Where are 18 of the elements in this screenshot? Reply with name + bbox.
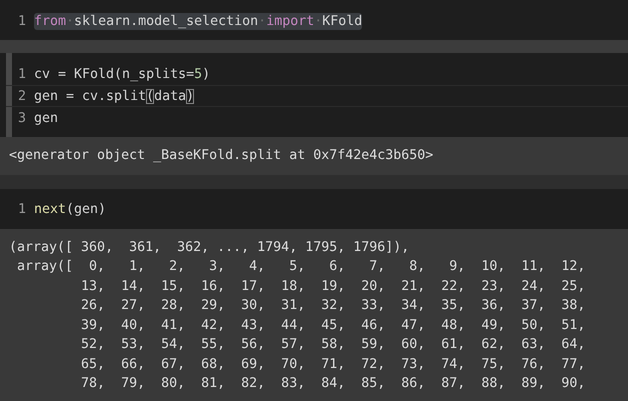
- output-line: 13, 14, 15, 16, 17, 18, 19, 20, 21, 22, 23, 24, 25,: [80, 278, 586, 296]
- output-line: <generator object _BaseKFold.split at 0x7f42e4c3b650>: [9, 147, 434, 165]
- output-line: array([ 0, 1, 2, 3, 4, 5, 6, 7, 8, 9, 10, 11, 12,: [16, 258, 586, 276]
- code-line: next(gen): [34, 201, 106, 218]
- output-line: 26, 27, 28, 29, 30, 31, 32, 33, 34, 35, 36, 37, 38,: [80, 297, 586, 315]
- line-number: 2: [16, 88, 27, 104]
- code-line: gen: [34, 110, 58, 126]
- line-number: 1: [16, 202, 27, 217]
- line-number: 3: [16, 110, 27, 126]
- code-line: gen = cv.split(data): [34, 88, 194, 104]
- output-line: (array([ 360, 361, 362, ..., 1794, 1795, 1796]),: [9, 238, 410, 256]
- output-line: 39, 40, 41, 42, 43, 44, 45, 46, 47, 48, 49, 50, 51,: [80, 316, 586, 334]
- line-number: 1: [16, 14, 27, 28]
- output-line: 52, 53, 54, 55, 56, 57, 58, 59, 60, 61, 62, 63, 64,: [80, 336, 586, 354]
- code-line: cv = KFold(n_splits=5): [34, 66, 210, 82]
- line-number: 1: [16, 66, 27, 82]
- output-line: 78, 79, 80, 81, 82, 83, 84, 85, 86, 87, 88, 89, 90,: [80, 375, 586, 393]
- output-line: 65, 66, 67, 68, 69, 70, 71, 72, 73, 74, 75, 76, 77,: [80, 356, 586, 374]
